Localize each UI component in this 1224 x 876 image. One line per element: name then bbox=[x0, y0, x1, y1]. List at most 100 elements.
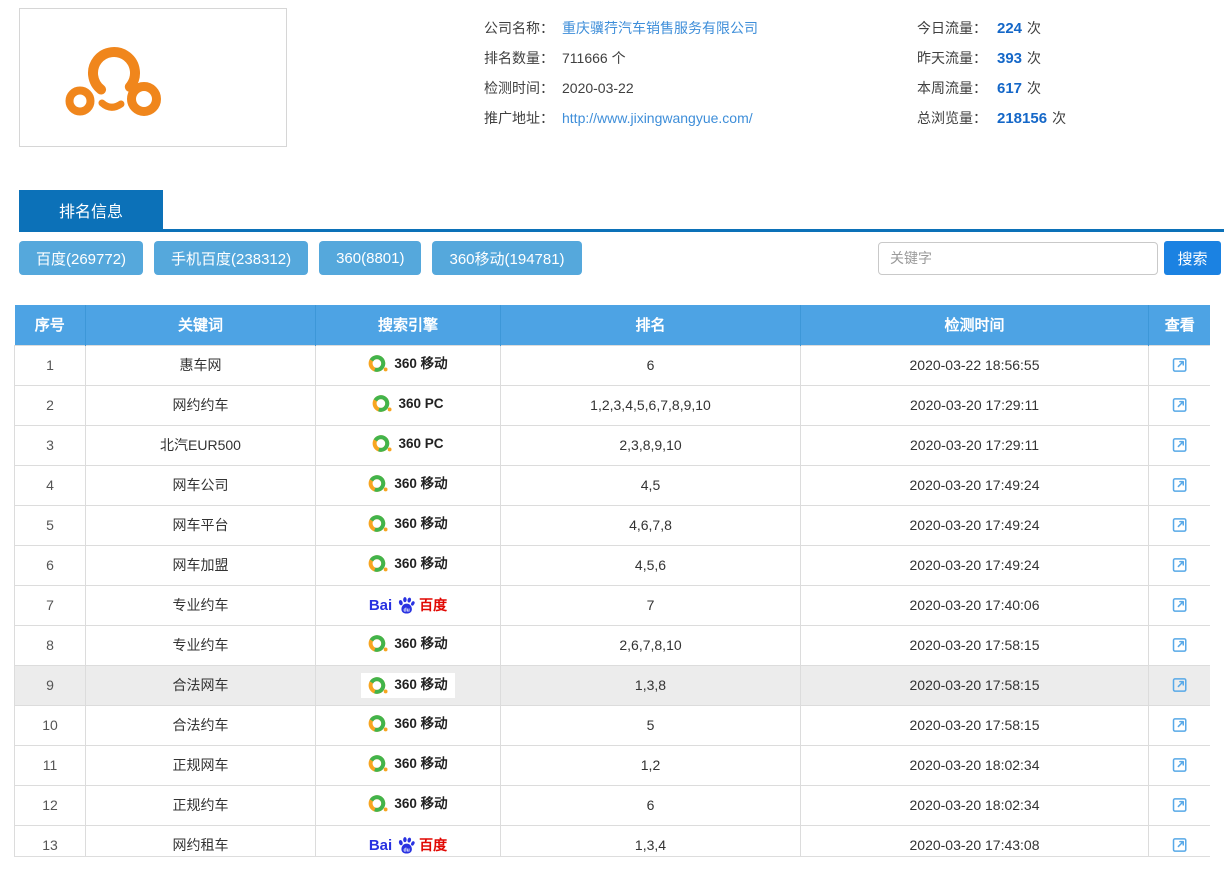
column-header: 搜索引擎 bbox=[316, 305, 501, 345]
index-cell: 5 bbox=[15, 505, 86, 545]
check-date-value: 2020-03-22 bbox=[562, 80, 634, 96]
time-cell: 2020-03-20 18:02:34 bbox=[801, 745, 1149, 785]
view-button[interactable] bbox=[1169, 714, 1191, 736]
engine-360-text: 360 PC bbox=[398, 397, 443, 411]
view-button[interactable] bbox=[1169, 434, 1191, 456]
engine-cell: 360 移动 bbox=[316, 345, 501, 385]
week-traffic-label: 本周流量： bbox=[901, 78, 987, 98]
stat-row: 本周流量：617次 bbox=[901, 73, 1066, 103]
engine-cell: 360 移动 bbox=[316, 625, 501, 665]
360-engine-icon bbox=[368, 794, 389, 813]
view-cell bbox=[1149, 425, 1211, 465]
baidu-paw-icon: du bbox=[397, 596, 416, 614]
360-engine-icon bbox=[368, 514, 389, 533]
check-date-label: 检测时间： bbox=[462, 78, 554, 98]
search-input[interactable] bbox=[878, 242, 1158, 275]
engine-cell: 360 移动 bbox=[316, 545, 501, 585]
yesterday-traffic-unit: 次 bbox=[1027, 48, 1041, 68]
engine-360-text: 360 移动 bbox=[394, 678, 447, 692]
rank-cell: 4,5 bbox=[501, 465, 801, 505]
search-button[interactable]: 搜索 bbox=[1164, 241, 1221, 275]
external-link-icon bbox=[1171, 476, 1189, 494]
time-cell: 2020-03-20 17:49:24 bbox=[801, 465, 1149, 505]
column-header: 序号 bbox=[15, 305, 86, 345]
engine-cell: 360 移动 bbox=[316, 705, 501, 745]
filter-button-baidu[interactable]: 百度(269772) bbox=[19, 241, 143, 275]
external-link-icon bbox=[1171, 676, 1189, 694]
cloud-car-logo-icon bbox=[64, 42, 164, 120]
filter-button-360-mobile[interactable]: 360移动(194781) bbox=[432, 241, 581, 275]
logo-box bbox=[19, 8, 287, 147]
rank-cell: 2,3,8,9,10 bbox=[501, 425, 801, 465]
view-button[interactable] bbox=[1169, 794, 1191, 816]
table-row: 1惠车网360 移动62020-03-22 18:56:55 bbox=[15, 345, 1211, 385]
view-button[interactable] bbox=[1169, 354, 1191, 376]
time-cell: 2020-03-20 18:02:34 bbox=[801, 785, 1149, 825]
table-row: 9合法网车360 移动1,3,82020-03-20 17:58:15 bbox=[15, 665, 1211, 705]
external-link-icon bbox=[1171, 436, 1189, 454]
today-traffic-unit: 次 bbox=[1027, 18, 1041, 38]
view-cell bbox=[1149, 545, 1211, 585]
svg-text:du: du bbox=[404, 607, 410, 613]
engine-cell: 360 移动 bbox=[316, 665, 501, 705]
view-cell bbox=[1149, 825, 1211, 857]
baidu-paw-icon: du bbox=[397, 836, 416, 854]
company-name-label: 公司名称： bbox=[462, 18, 554, 38]
table-row: 7专业约车Baidu百度72020-03-20 17:40:06 bbox=[15, 585, 1211, 625]
engine-label: 360 移动 bbox=[368, 474, 447, 493]
rank-cell: 1,3,8 bbox=[501, 665, 801, 705]
keyword-cell: 网车加盟 bbox=[86, 545, 316, 585]
engine-label: 360 移动 bbox=[368, 634, 447, 653]
filter-button-360[interactable]: 360(8801) bbox=[319, 241, 421, 275]
table-row: 8专业约车360 移动2,6,7,8,102020-03-20 17:58:15 bbox=[15, 625, 1211, 665]
view-cell bbox=[1149, 705, 1211, 745]
company-info-panel: 公司名称：重庆骥荇汽车销售服务有限公司排名数量：711666 个检测时间：202… bbox=[462, 13, 758, 133]
total-views-unit: 次 bbox=[1052, 108, 1066, 128]
360-engine-icon bbox=[368, 714, 389, 733]
view-button[interactable] bbox=[1169, 754, 1191, 776]
index-cell: 3 bbox=[15, 425, 86, 465]
promo-url-link[interactable]: http://www.jixingwangyue.com/ bbox=[562, 110, 753, 126]
keyword-cell: 惠车网 bbox=[86, 345, 316, 385]
external-link-icon bbox=[1171, 556, 1189, 574]
view-button[interactable] bbox=[1169, 594, 1191, 616]
engine-label: 360 移动 bbox=[368, 514, 447, 533]
index-cell: 1 bbox=[15, 345, 86, 385]
keyword-cell: 合法网车 bbox=[86, 665, 316, 705]
today-traffic-label: 今日流量： bbox=[901, 18, 987, 38]
external-link-icon bbox=[1171, 396, 1189, 414]
view-button[interactable] bbox=[1169, 634, 1191, 656]
company-name-link[interactable]: 重庆骥荇汽车销售服务有限公司 bbox=[562, 18, 758, 38]
rank-cell: 4,5,6 bbox=[501, 545, 801, 585]
engine-label: Baidu百度 bbox=[369, 596, 447, 614]
view-button[interactable] bbox=[1169, 674, 1191, 696]
360-engine-icon bbox=[368, 474, 389, 493]
index-cell: 6 bbox=[15, 545, 86, 585]
external-link-icon bbox=[1171, 356, 1189, 374]
keyword-cell: 网车公司 bbox=[86, 465, 316, 505]
info-field: 推广地址：http://www.jixingwangyue.com/ bbox=[462, 103, 758, 133]
table-row: 6网车加盟360 移动4,5,62020-03-20 17:49:24 bbox=[15, 545, 1211, 585]
baidu-logo-text: Bai bbox=[369, 838, 392, 853]
engine-360-text: 360 移动 bbox=[394, 637, 447, 651]
table-row: 5网车平台360 移动4,6,7,82020-03-20 17:49:24 bbox=[15, 505, 1211, 545]
engine-cell: 360 移动 bbox=[316, 505, 501, 545]
engine-360-text: 360 PC bbox=[398, 437, 443, 451]
view-button[interactable] bbox=[1169, 834, 1191, 856]
keyword-cell: 正规网车 bbox=[86, 745, 316, 785]
table-row: 2网约约车360 PC1,2,3,4,5,6,7,8,9,102020-03-2… bbox=[15, 385, 1211, 425]
view-button[interactable] bbox=[1169, 514, 1191, 536]
view-button[interactable] bbox=[1169, 474, 1191, 496]
today-traffic-value: 224 bbox=[997, 20, 1022, 37]
engine-360-text: 360 移动 bbox=[394, 797, 447, 811]
filter-button-mobile-baidu[interactable]: 手机百度(238312) bbox=[154, 241, 308, 275]
keyword-cell: 网车平台 bbox=[86, 505, 316, 545]
index-cell: 11 bbox=[15, 745, 86, 785]
time-cell: 2020-03-20 17:58:15 bbox=[801, 625, 1149, 665]
view-button[interactable] bbox=[1169, 394, 1191, 416]
view-button[interactable] bbox=[1169, 554, 1191, 576]
rank-cell: 5 bbox=[501, 705, 801, 745]
time-cell: 2020-03-20 17:49:24 bbox=[801, 505, 1149, 545]
tab-ranking-info[interactable]: 排名信息 bbox=[19, 190, 163, 229]
engine-cell: 360 移动 bbox=[316, 465, 501, 505]
